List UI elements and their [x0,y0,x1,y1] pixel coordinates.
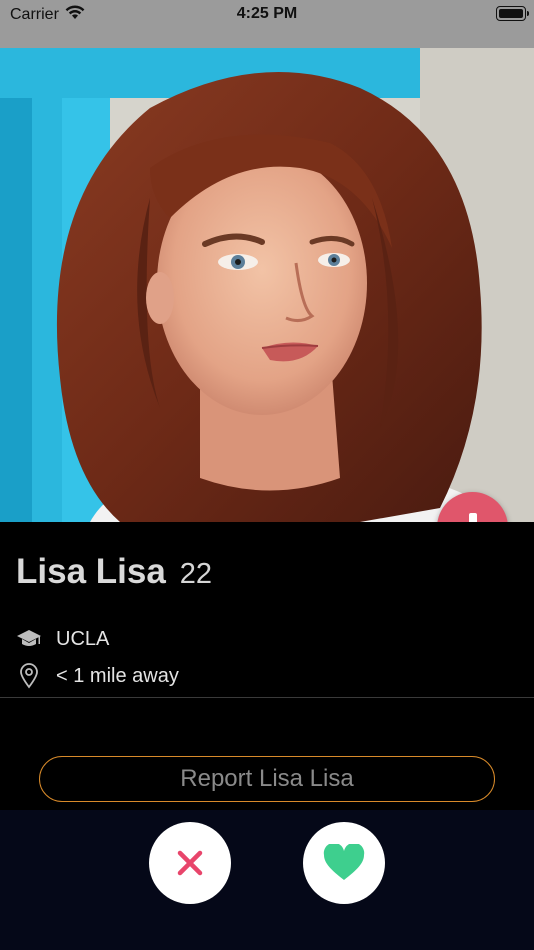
status-time: 4:25 PM [236,5,298,22]
name-row: Lisa Lisa 22 [16,552,212,592]
school-row: UCLA [16,626,109,652]
location-row: < 1 mile away [16,663,179,689]
divider [0,697,534,698]
graduation-cap-icon [16,626,42,652]
action-bar [0,810,534,950]
profile-age: 22 [179,558,213,590]
close-icon [177,850,203,876]
school-label: UCLA [56,627,110,650]
profile-photo-illustration [0,48,534,522]
profile-details: Lisa Lisa 22 UCLA < 1 mile away Report L… [0,522,534,810]
dislike-button[interactable] [149,822,231,904]
report-button-label: Report Lisa Lisa [180,765,354,792]
distance-label: < 1 mile away [56,664,179,687]
like-button[interactable] [303,822,385,904]
report-button[interactable]: Report Lisa Lisa [39,756,495,802]
profile-name: Lisa Lisa [16,552,166,591]
location-pin-icon [16,663,42,689]
battery-icon [496,6,529,21]
heart-icon [323,844,365,880]
profile-photo[interactable] [0,48,534,522]
status-bar: Carrier 4:25 PM [0,0,534,48]
